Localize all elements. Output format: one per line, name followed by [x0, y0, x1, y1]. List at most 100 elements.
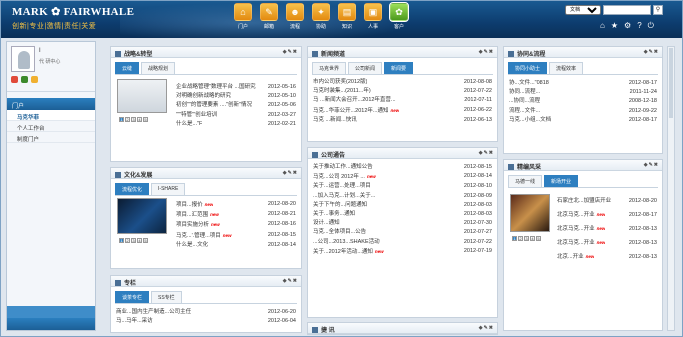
- panel-tools[interactable]: ◆✎✖: [644, 49, 659, 55]
- scrollbar-thumb[interactable]: [669, 48, 673, 118]
- nav-knowledge[interactable]: ▤ 知识: [336, 3, 358, 35]
- list-item[interactable]: 流程...文件... 2012-09-22: [504, 107, 662, 116]
- article-thumbnail[interactable]: [117, 79, 167, 113]
- list-item[interactable]: 马克...小组...文档 2012-08-17: [504, 116, 662, 125]
- list-item[interactable]: 北京...开业 new 2012-08-13: [552, 250, 662, 264]
- list-item[interactable]: 马克时装集...(2011...年) 2012-07-22: [308, 87, 497, 96]
- panel-tools[interactable]: ◆✎✖: [479, 49, 494, 55]
- article-list: 石家庄北...加盟店开业 2012-08-20 北京马克...开业 new 2012-…: [552, 194, 662, 264]
- tab-ss-column[interactable]: SS专栏: [151, 291, 182, 303]
- tab-process-optimize[interactable]: 流程优化: [115, 183, 150, 195]
- list-item[interactable]: 市内公司获奖(2012版) 2012-08-08: [308, 78, 497, 87]
- nav-mail[interactable]: ✎ 邮箱: [258, 3, 280, 35]
- list-item[interactable]: 项目...汇范围 new 2012-08-21: [171, 210, 301, 220]
- tab-mark-world[interactable]: 马克世界: [312, 62, 347, 74]
- tab-company-news[interactable]: 公司新闻: [348, 62, 383, 74]
- sidebar-item-workbench[interactable]: 个人工作台: [7, 121, 95, 132]
- tab-frontline[interactable]: 马德一线: [508, 175, 543, 187]
- list-item[interactable]: 商业...国内生产制造...公司主任 2012-06-20: [111, 308, 301, 317]
- avatar[interactable]: [11, 46, 35, 72]
- message-icon[interactable]: [11, 76, 18, 83]
- panel-tabs: 马德一线 新场开业: [508, 175, 658, 188]
- nav-process[interactable]: ☻ 流程: [284, 3, 306, 35]
- search-input[interactable]: [603, 5, 651, 15]
- list-item[interactable]: 马克 ...新闻...快讯 2012-06-13: [308, 116, 497, 125]
- panel-title: 捷 讯 ◆✎✖: [308, 323, 497, 334]
- list-item[interactable]: 关于...运营...处理...项目 2012-08-10: [308, 182, 497, 191]
- list-item[interactable]: 企业战略管理"数理平台 ...国研究 2012-05-16: [171, 83, 301, 92]
- list-item[interactable]: ...协同...流程 2008-12-18: [504, 97, 662, 106]
- tools-icon: ✦: [312, 3, 330, 21]
- tab-store-opening[interactable]: 新场开业: [544, 175, 579, 187]
- nav-customer[interactable]: ✿ 客户: [388, 2, 410, 35]
- panel-tabs: 谈茶专栏 SS专栏: [115, 291, 297, 304]
- list-item[interactable]: 初创""的管理要素 ...."创新"情况 2012-05-06: [171, 101, 301, 110]
- list-item[interactable]: 北京马克...开业 new 2012-08-13: [552, 222, 662, 236]
- list-item[interactable]: 石家庄北...加盟店开业 2012-08-20: [552, 194, 662, 208]
- list-item[interactable]: 北京马克...开业 new 2012-08-13: [552, 236, 662, 250]
- list-item[interactable]: 关于推动工作...通知公告 2012-08-15: [308, 163, 497, 172]
- list-item[interactable]: 什么是...文化 2012-08-14: [171, 241, 301, 250]
- list-item[interactable]: 协...文件..."0818 2012-08-17: [504, 79, 662, 88]
- customer-icon: ✿: [389, 2, 409, 22]
- list-item[interactable]: 协同...流程... 2011-11-24: [504, 88, 662, 97]
- store-photo[interactable]: [510, 194, 550, 232]
- panel-tools[interactable]: ◆✎✖: [479, 150, 494, 156]
- list-item[interactable]: 什么是..."F 2012-02-21: [171, 120, 301, 129]
- list-item[interactable]: 马克...'.管理...项目 new 2012-08-15: [171, 231, 301, 241]
- power-icon[interactable]: ⏻: [648, 21, 654, 31]
- main-nav: ⌂ 门户 ✎ 邮箱 ☻ 流程 ✦ 协助 ▤ 知识 ▣ 人事 ✿ 客户: [232, 2, 410, 35]
- list-item[interactable]: 马...马年...采访 2012-06-04: [111, 317, 301, 326]
- tab-flow-efficiency[interactable]: 流程效率: [549, 62, 584, 74]
- list-item[interactable]: ...加入马克...计划...关于... 2012-08-09: [308, 192, 497, 201]
- list-item[interactable]: 马克...华菲公开...2012年...通知 new 2012-06-22: [308, 106, 497, 116]
- nav-assist[interactable]: ✦ 协助: [310, 3, 332, 35]
- search-icon[interactable]: ⚲: [653, 5, 663, 15]
- person-icon: ☻: [286, 3, 304, 21]
- list-item[interactable]: 北京马克...开业 new 2012-08-17: [552, 208, 662, 222]
- list-item[interactable]: 关于下午的...问题通知 2012-08-03: [308, 201, 497, 210]
- panel-icon: [508, 51, 514, 57]
- search-bar: 文档 ⚲: [565, 5, 663, 15]
- tab-tea-column[interactable]: 谈茶专栏: [115, 291, 150, 303]
- home-shortcut-icon[interactable]: ⌂: [600, 21, 605, 31]
- list-item[interactable]: 马克...全体项目...公告 2012-07-27: [308, 228, 497, 237]
- list-item[interactable]: 马克...公司 2012年 ... new 2012-08-14: [308, 172, 497, 182]
- nav-hr[interactable]: ▣ 人事: [362, 3, 384, 35]
- sidebar-item-policy-portal[interactable]: 制度门户: [7, 132, 95, 143]
- help-icon[interactable]: ?: [637, 21, 641, 31]
- list-item[interactable]: 项目...报价 new 2012-08-20: [171, 200, 301, 210]
- search-scope-select[interactable]: 文档: [565, 5, 601, 15]
- tab-strategy-plan[interactable]: 战略规划: [141, 62, 176, 74]
- panel-icon: [312, 152, 318, 158]
- lock-icon[interactable]: [31, 76, 38, 83]
- panel-tools[interactable]: ◆✎✖: [644, 162, 659, 168]
- tab-yunfeng[interactable]: 云缝: [115, 62, 140, 74]
- list-item[interactable]: 关于...事务...通知 2012-08-03: [308, 210, 497, 219]
- list-item[interactable]: "'''特管"'创业培训 2012-03-27: [171, 111, 301, 120]
- settings-icon[interactable]: ⚙: [624, 21, 631, 31]
- contacts-icon[interactable]: [21, 76, 28, 83]
- list-item[interactable]: 项目实施分析 new 2012-08-16: [171, 220, 301, 230]
- tab-flow-helper[interactable]: 协同小助士: [508, 62, 548, 74]
- list-item[interactable]: 设计...通知 2012-07-30: [308, 219, 497, 228]
- sidebar-item-mark-fairwhale[interactable]: 马克华菲: [7, 110, 95, 121]
- panel-tools[interactable]: ◆✎✖: [479, 325, 494, 331]
- list-item[interactable]: ...公司...2013...SHAKE活动 2012-07-22: [308, 238, 497, 247]
- list-item[interactable]: 马 ...新闻大会召开...2012年直营... 2012-07-11: [308, 96, 497, 105]
- list-item[interactable]: 对明确创新战略的研究 2012-05-10: [171, 92, 301, 101]
- company-logo: MARK ✿ FAIRWHALE: [12, 6, 135, 18]
- thumbnail-pager: 12345: [512, 236, 541, 241]
- nav-portal[interactable]: ⌂ 门户: [232, 3, 254, 35]
- vertical-scrollbar[interactable]: [667, 46, 675, 331]
- tab-news-brief[interactable]: 新闻要: [384, 62, 414, 74]
- list-item[interactable]: 关于...2012年活动...通知 new 2012-07-19: [308, 247, 497, 257]
- tab-ishare[interactable]: I-SHARE: [151, 183, 186, 195]
- panel-tools[interactable]: ◆✎✖: [283, 49, 298, 55]
- panel-title: 新闻频道 ◆✎✖: [308, 47, 497, 58]
- panel-tools[interactable]: ◆✎✖: [283, 170, 298, 176]
- culture-thumbnail[interactable]: [117, 198, 167, 234]
- panel-tools[interactable]: ◆✎✖: [283, 278, 298, 284]
- panel-tabs: 流程优化 I-SHARE: [115, 183, 297, 196]
- favorite-star-icon[interactable]: ★: [611, 21, 618, 31]
